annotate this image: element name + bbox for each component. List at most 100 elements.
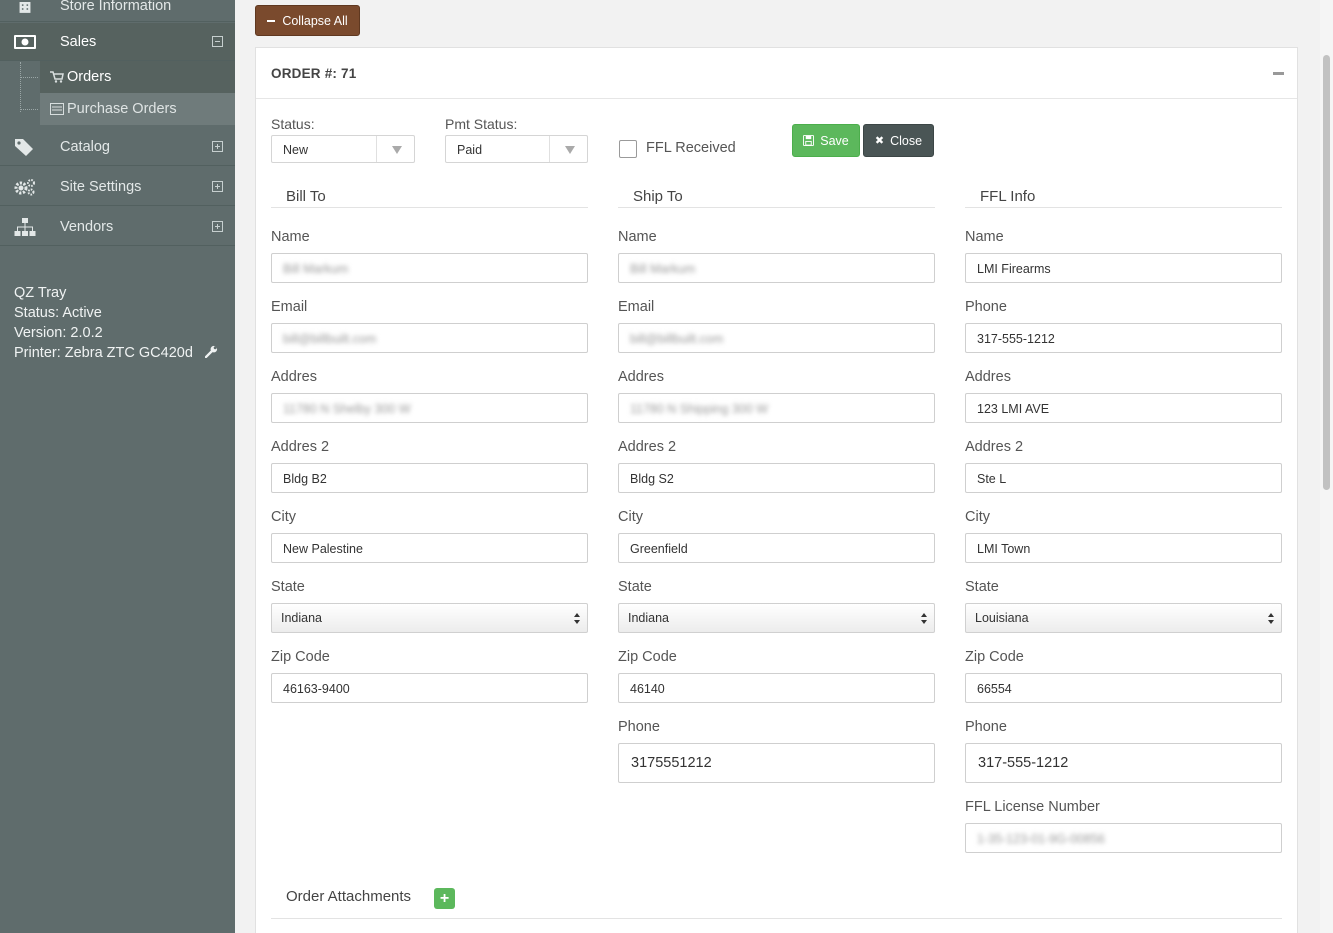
ffl-address2-label: Addres 2 [965,439,1024,455]
sidebar-item-label: Store Information [60,0,172,14]
ffl-phone-input[interactable]: 317-555-1212 [965,323,1282,353]
bill-city-label: City [271,509,296,525]
ship-state-label: State [618,579,652,595]
floppy-disk-icon [803,135,815,146]
money-icon [14,34,36,49]
ffl-address2-input[interactable]: Ste L [965,463,1282,493]
close-label: Close [890,133,923,148]
sidebar-item-label: Vendors [60,218,114,235]
list-icon [50,103,64,115]
ffl-state-select[interactable]: Louisiana [965,603,1282,633]
order-panel-header: ORDER #: 71 [256,48,1297,99]
ffl-name-label: Name [965,229,1004,245]
wrench-icon[interactable] [204,345,218,359]
bill-state-select[interactable]: Indiana [271,603,588,633]
status-select[interactable]: New [271,135,415,163]
bill-name-value: Bill Markum [283,262,349,276]
add-attachment-button[interactable]: + [434,888,455,909]
sidebar-item-store-information[interactable]: Store Information [0,0,235,22]
bill-email-label: Email [271,299,308,315]
page-scrollbar[interactable] [1320,0,1333,933]
close-button[interactable]: ✖ Close [863,124,934,157]
ffl-phone-label: Phone [965,299,1007,315]
tree-line [20,62,21,112]
ffl-address-input[interactable]: 123 LMI AVE [965,393,1282,423]
divider [965,207,1282,208]
sidebar-subitem-orders[interactable]: Orders [40,61,235,93]
sidebar-item-site-settings[interactable]: Site Settings [0,168,235,206]
bill-address-input[interactable]: 11780 N Shelby 300 W [271,393,588,423]
ffl-zip-input[interactable]: 66554 [965,673,1282,703]
qz-printer-label: Printer: Zebra ZTC GC420d [14,345,193,361]
ship-phone-input[interactable]: 3175551212 [618,743,935,783]
bill-email-input[interactable]: bill@billbuilt.com [271,323,588,353]
qz-tray-printer: Printer: Zebra ZTC GC420d [14,345,218,361]
cart-icon [50,71,64,83]
updown-arrows-icon [921,613,927,625]
ffl-state-value: Louisiana [975,611,1029,625]
sidebar-subitem-purchase-orders[interactable]: Purchase Orders [40,93,235,125]
updown-arrows-icon [1268,613,1274,625]
tree-line [20,77,38,78]
bill-address-value: 11780 N Shelby 300 W [283,402,411,416]
ship-state-value: Indiana [628,611,670,625]
ffl-phone2-input[interactable]: 317-555-1212 [965,743,1282,783]
save-button[interactable]: Save [792,124,860,157]
ship-city-label: City [618,509,643,525]
ship-name-input[interactable]: Bill Markum [618,253,935,283]
sidebar-subitem-label: Purchase Orders [67,101,177,117]
ship-address2-input[interactable]: Bldg S2 [618,463,935,493]
sidebar-item-vendors[interactable]: Vendors [0,208,235,246]
ffl-city-label: City [965,509,990,525]
expand-icon[interactable] [212,141,223,152]
bill-to-title: Bill To [286,188,326,205]
ship-address-input[interactable]: 11780 N Shipping 300 W [618,393,935,423]
bill-email-value: bill@billbuilt.com [283,332,377,346]
status-value: New [283,143,309,157]
ship-email-label: Email [618,299,655,315]
ffl-received-checkbox[interactable] [619,140,637,158]
ship-state-select[interactable]: Indiana [618,603,935,633]
sitemap-icon [14,217,36,236]
scrollbar-thumb[interactable] [1323,55,1330,490]
gears-icon [14,178,35,195]
bill-city-input[interactable]: New Palestine [271,533,588,563]
bill-state-value: Indiana [281,611,323,625]
ship-zip-input[interactable]: 46140 [618,673,935,703]
sidebar-item-label: Site Settings [60,178,142,195]
bill-address2-label: Addres 2 [271,439,330,455]
ship-name-value: Bill Markum [630,262,696,276]
ffl-address-label: Addres [965,369,1011,385]
sidebar-item-sales[interactable]: Sales [0,23,235,61]
ffl-state-label: State [965,579,999,595]
sidebar-item-catalog[interactable]: Catalog [0,128,235,166]
expand-icon[interactable] [212,181,223,192]
pmt-status-select[interactable]: Paid [445,135,588,163]
qz-tray-status: Status: Active [14,305,102,321]
ffl-city-input[interactable]: LMI Town [965,533,1282,563]
bill-address2-input[interactable]: Bldg B2 [271,463,588,493]
ship-address-value: 11780 N Shipping 300 W [630,402,769,416]
bill-name-label: Name [271,229,310,245]
ship-address2-label: Addres 2 [618,439,677,455]
bill-zip-input[interactable]: 46163-9400 [271,673,588,703]
tags-icon [15,138,33,156]
collapse-all-button[interactable]: Collapse All [255,5,360,36]
ffl-zip-label: Zip Code [965,649,1024,665]
close-icon: ✖ [874,135,885,147]
ffl-received-label: FFL Received [646,140,736,156]
sidebar-subitem-label: Orders [67,69,112,85]
bill-zip-label: Zip Code [271,649,330,665]
bill-address-label: Addres [271,369,317,385]
building-icon [19,2,31,13]
divider [271,207,588,208]
expand-icon[interactable] [212,221,223,232]
ship-city-input[interactable]: Greenfield [618,533,935,563]
bill-name-input[interactable]: Bill Markum [271,253,588,283]
ffl-license-input[interactable]: 1-35-123-01-9G-00856 [965,823,1282,853]
collapse-icon[interactable] [212,36,223,47]
updown-arrows-icon [574,613,580,625]
minimize-icon[interactable] [1273,72,1284,75]
ffl-name-input[interactable]: LMI Firearms [965,253,1282,283]
ship-email-input[interactable]: bill@billbuilt.com [618,323,935,353]
